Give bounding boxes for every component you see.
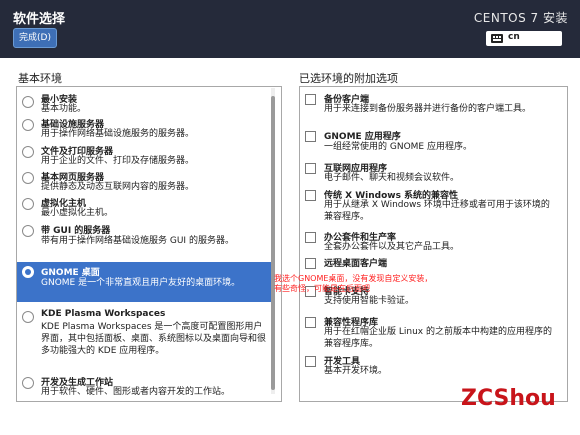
environment-option[interactable]: 文件及打印服务器 用于企业的文件、打印及存储服务器。: [17, 144, 271, 170]
environment-option[interactable]: 最小安装 基本功能。: [17, 91, 271, 117]
radio-button[interactable]: [22, 146, 34, 158]
radio-button[interactable]: [22, 377, 34, 389]
environment-option[interactable]: 基础设施服务器 用于操作网络基础设施服务的服务器。: [17, 117, 271, 143]
addon-option[interactable]: 兼容性程序库 用于在红帽企业版 Linux 的之前版本中构建的应用程序的兼容程序…: [300, 314, 554, 354]
radio-button[interactable]: [22, 172, 34, 184]
addon-option[interactable]: 远程桌面客户端: [300, 255, 554, 271]
radio-button[interactable]: [22, 96, 34, 108]
addons-heading: 已选环境的附加选项: [299, 72, 398, 85]
radio-button[interactable]: [22, 119, 34, 131]
checkbox[interactable]: [305, 232, 316, 243]
radio-button[interactable]: [22, 198, 34, 210]
checkbox[interactable]: [305, 94, 316, 105]
addon-option[interactable]: 备份客户端 用于来连接到备份服务器并进行备份的客户端工具。: [300, 91, 554, 117]
keyboard-layout-label: cn: [508, 32, 520, 42]
addon-option[interactable]: 办公套件和生产率 全套办公套件以及其它产品工具。: [300, 229, 554, 255]
radio-button[interactable]: [22, 311, 34, 323]
addon-option[interactable]: 传统 X Windows 系统的兼容性 用于从继承 X Windows 环境中迁…: [300, 187, 554, 227]
page-title: 软件选择: [13, 12, 66, 27]
addon-option[interactable]: 开发工具 基本开发环境。: [300, 353, 554, 379]
watermark-text: ZCShou: [461, 386, 556, 411]
environment-option[interactable]: 虚拟化主机 最小虚拟化主机。: [17, 196, 271, 222]
installer-title: CENTOS 7 安装: [473, 11, 568, 25]
addon-options-list: 备份客户端 用于来连接到备份服务器并进行备份的客户端工具。 GNOME 应用程序…: [299, 86, 568, 402]
environment-option[interactable]: 开发及生成工作站 用于软件、硬件、图形或者内容开发的工作站。: [17, 374, 271, 400]
checkbox[interactable]: [305, 190, 316, 201]
annotation-line-2: 有些奇怪，可能是在后面吧: [274, 284, 370, 293]
checkbox[interactable]: [305, 317, 316, 328]
done-button[interactable]: 完成(D): [13, 28, 57, 48]
left-scrollbar-thumb[interactable]: [271, 96, 275, 390]
radio-button[interactable]: [22, 225, 34, 237]
radio-button[interactable]: [22, 266, 34, 278]
environment-option[interactable]: 带 GUI 的服务器 带有用于操作网络基础设施服务 GUI 的服务器。: [17, 223, 271, 249]
environment-option[interactable]: 基本网页服务器 提供静态及动态互联网内容的服务器。: [17, 170, 271, 196]
environment-option[interactable]: KDE Plasma Workspaces KDE Plasma Workspa…: [17, 308, 271, 362]
keyboard-icon: [491, 34, 503, 43]
base-environment-list: 最小安装 基本功能。 基础设施服务器 用于操作网络基础设施服务的服务器。 文件及…: [16, 86, 282, 402]
checkbox[interactable]: [305, 258, 316, 269]
environment-option-selected[interactable]: GNOME 桌面 GNOME 是一个非常直观且用户友好的桌面环境。: [17, 262, 271, 302]
addon-option[interactable]: GNOME 应用程序 一组经常使用的 GNOME 应用程序。: [300, 127, 554, 153]
base-environment-heading: 基本环境: [18, 72, 62, 85]
top-header: 软件选择 完成(D) CENTOS 7 安装 cn: [0, 0, 580, 58]
checkbox[interactable]: [305, 163, 316, 174]
checkbox[interactable]: [305, 356, 316, 367]
checkbox[interactable]: [305, 131, 316, 142]
addon-option[interactable]: 互联网应用程序 电子邮件、聊天和视频会议软件。: [300, 160, 554, 186]
keyboard-layout-indicator[interactable]: cn: [486, 31, 562, 46]
